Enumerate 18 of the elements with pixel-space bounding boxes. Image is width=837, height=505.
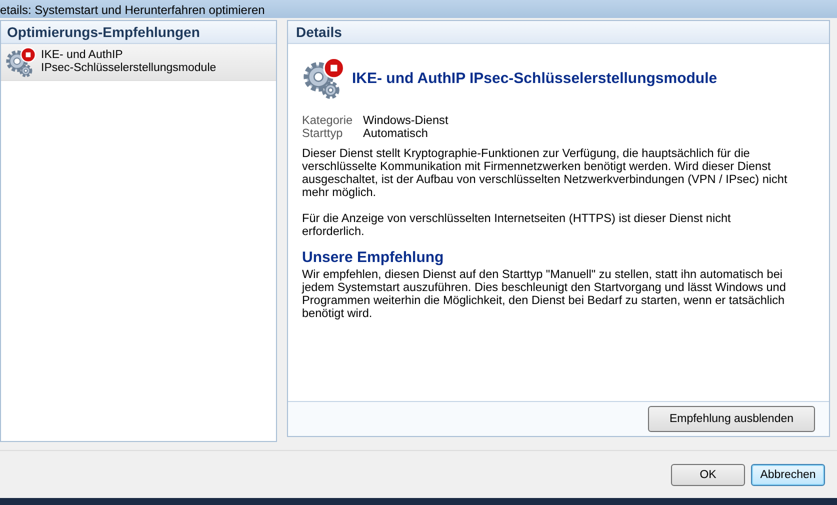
dialog-button[interactable]: OK — [671, 464, 745, 486]
section-heading: Unsere Empfehlung — [302, 251, 445, 264]
recommendation-item[interactable]: IKE- und AuthIP IPsec-Schlüsselerstellungsmodule — [1, 44, 276, 81]
window-title: etails: Systemstart und Herunterfahren optimieren — [0, 3, 265, 17]
description-text: Für die Anzeige von verschlüsselten Internetseiten (HTTPS) ist dieser Dienst nicht erforderlich. — [302, 212, 732, 238]
hide-recommendation-button[interactable]: Empfehlung ausblenden — [648, 406, 815, 432]
description-text: Dieser Dienst stellt Kryptographie-Funktionen zur Verfügung, die hauptsächlich für die verschlüsselte Kommunikation mit Firmennetzwerken benötigt werden. Wird dieser Dienst ausgeschaltet, ist der Aufbau von verschlüsselten Netzwerkverbindungen (VPN / IPsec) nicht mehr möglich. — [302, 147, 788, 199]
property-label: Starttyp — [302, 127, 343, 140]
panel-header: Optimierungs-Empfehlungen — [1, 21, 276, 44]
recommendation-text: Wir empfehlen, diesen Dienst auf den Starttyp "Manuell" zu stellen, statt ihn automatisch bei jedem Systemstart auszuführen. Dies beschleunigt den Startvorgang und lässt Windows und Programmen weiterhin die Möglichkeit, den Dienst bei Bedarf zu starten, wenn er tatsächlich benötigt wird. — [302, 268, 787, 320]
gear-icon — [302, 56, 346, 100]
panel-header: Details — [288, 21, 829, 44]
property-value: Automatisch — [363, 127, 429, 140]
property-label: Kategorie — [302, 114, 354, 127]
dialog-button[interactable]: Abbrechen — [751, 464, 825, 486]
property-value: Windows-Dienst — [363, 114, 448, 127]
gear-icon — [5, 46, 37, 78]
service-title: IKE- und AuthIP IPsec-Schlüsselerstellungsmodule — [352, 72, 718, 84]
